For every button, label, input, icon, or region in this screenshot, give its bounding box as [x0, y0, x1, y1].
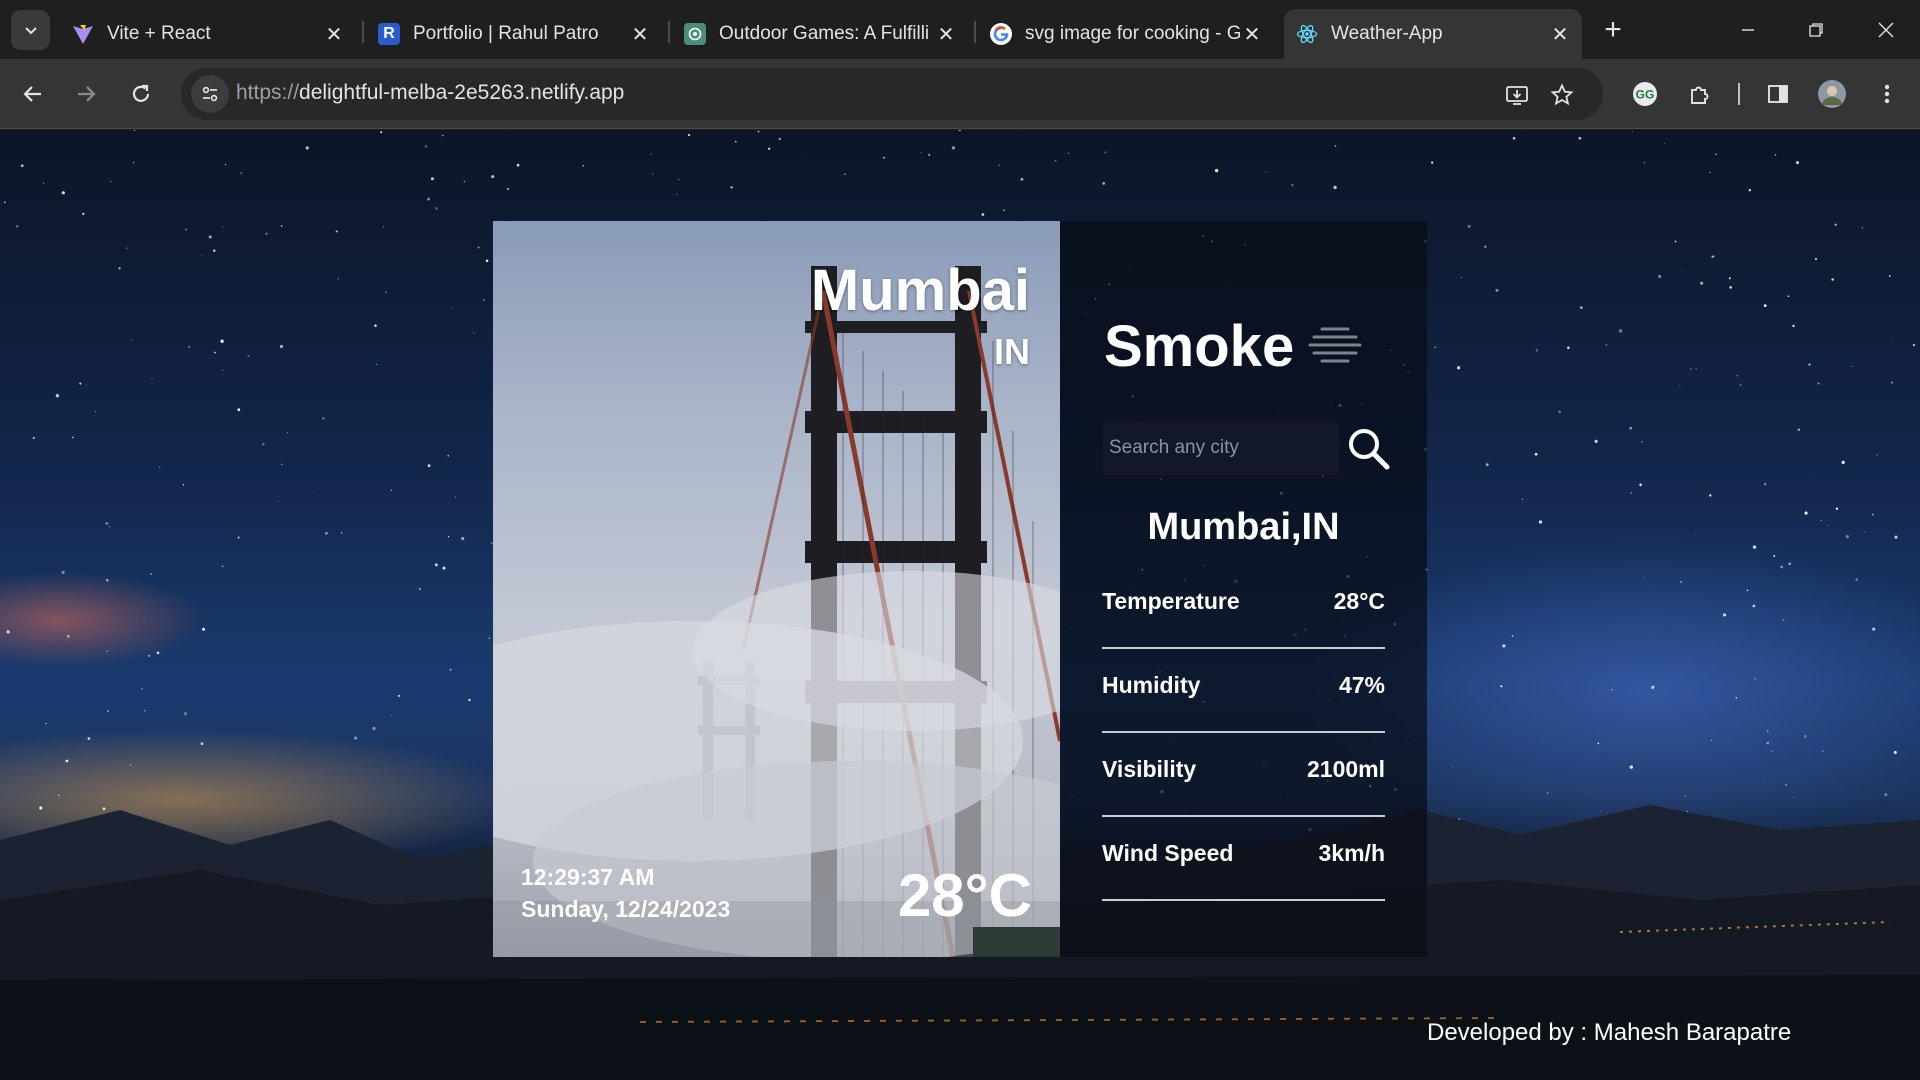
search-icon [1349, 429, 1390, 470]
stat-label: Wind Speed [1102, 840, 1234, 866]
stat-row-temperature: Temperature 28°C [1102, 565, 1385, 649]
tab-divider [668, 21, 670, 43]
current-date: Sunday, 12/24/2023 [521, 896, 731, 922]
tab-vite-react[interactable]: Vite + React ✕ [60, 9, 356, 59]
bookmark-star-icon[interactable] [1548, 81, 1576, 109]
vite-icon [72, 23, 94, 45]
tab-title: Portfolio | Rahul Patro [413, 23, 599, 44]
close-icon[interactable]: ✕ [1548, 22, 1572, 46]
tab-svg-cooking[interactable]: svg image for cooking - G ✕ [978, 9, 1274, 59]
chatgpt-icon [684, 23, 706, 45]
tab-outdoor-games[interactable]: Outdoor Games: A Fulfilli ✕ [672, 9, 968, 59]
close-icon[interactable]: ✕ [322, 22, 346, 46]
reload-icon [132, 84, 150, 102]
stat-value: 2100ml [1306, 756, 1385, 782]
temperature-display: 28°C [897, 862, 1032, 929]
stat-value: 47% [1338, 672, 1385, 698]
side-panel-icon[interactable] [1759, 75, 1797, 113]
react-icon [1296, 23, 1318, 45]
install-app-icon[interactable] [1503, 81, 1531, 109]
restore-window-button[interactable] [1796, 12, 1836, 48]
reload-button[interactable] [122, 75, 160, 113]
city-name-heading: Mumbai [810, 258, 1030, 323]
tab-weather-app[interactable]: Weather-App ✕ [1284, 9, 1582, 59]
close-window-button[interactable] [1866, 12, 1906, 48]
stat-label: Humidity [1102, 672, 1201, 698]
smoke-haze-icon [1308, 327, 1362, 363]
tab-portfolio[interactable]: R Portfolio | Rahul Patro ✕ [366, 9, 662, 59]
chevron-down-icon [24, 27, 37, 35]
city-search-input[interactable] [1103, 421, 1339, 475]
close-icon [1878, 22, 1894, 38]
restore-icon [1809, 23, 1823, 37]
minimize-window-button[interactable] [1728, 12, 1768, 48]
stat-value: 28°C [1333, 588, 1385, 614]
extensions-puzzle-icon[interactable] [1681, 75, 1719, 113]
current-time: 12:29:37 AM [521, 864, 655, 890]
address-bar[interactable]: https://delightful-melba-2e5263.netlify.… [181, 68, 1603, 120]
tab-strip: Vite + React ✕ R Portfolio | Rahul Patro… [0, 0, 1920, 59]
tab-divider [362, 21, 364, 43]
browser-menu-icon[interactable] [1868, 75, 1906, 113]
tab-title: Weather-App [1331, 23, 1443, 44]
stat-row-humidity: Humidity 47% [1102, 649, 1385, 733]
site-settings-icon[interactable] [191, 75, 229, 113]
city-photo-card: Mumbai IN 12:29:37 AM Sunday, 12/24/2023… [493, 221, 1060, 957]
letter-r-icon: R [378, 23, 400, 45]
tab-title: Vite + React [107, 23, 211, 44]
weather-info-panel: Smoke Mumbai,IN Temperature 28°C Humidit… [1060, 221, 1427, 957]
tab-title: svg image for cooking - G [1025, 23, 1240, 44]
close-icon[interactable]: ✕ [628, 22, 652, 46]
stat-label: Temperature [1102, 588, 1240, 614]
forward-button[interactable] [67, 75, 105, 113]
toolbar-divider [1738, 83, 1740, 105]
back-button[interactable] [14, 75, 52, 113]
close-icon[interactable]: ✕ [1240, 22, 1264, 46]
tab-search-button[interactable] [11, 10, 50, 50]
arrow-right-icon [78, 86, 96, 102]
url-text[interactable]: https://delightful-melba-2e5263.netlify.… [236, 81, 624, 105]
stat-row-visibility: Visibility 2100ml [1102, 733, 1385, 817]
minimize-icon [1742, 29, 1754, 31]
developer-credit: Developed by : Mahesh Barapatre [1427, 1019, 1792, 1046]
stat-row-wind-speed: Wind Speed 3km/h [1102, 817, 1385, 901]
svg-text:GG: GG [1636, 88, 1655, 102]
google-icon [990, 23, 1012, 45]
extension-grammar-icon[interactable]: GG [1626, 75, 1664, 113]
weather-app-page: Mumbai IN 12:29:37 AM Sunday, 12/24/2023… [0, 130, 1920, 1080]
stat-label: Visibility [1102, 756, 1197, 782]
bridge-fog-image [493, 266, 1060, 957]
tab-title: Outdoor Games: A Fulfilli [719, 23, 930, 44]
country-code: IN [994, 331, 1030, 372]
stat-value: 3km/h [1318, 840, 1385, 866]
profile-avatar[interactable] [1813, 75, 1851, 113]
weather-condition: Smoke [1104, 314, 1295, 379]
location-label: Mumbai,IN [1147, 506, 1340, 548]
arrow-left-icon [23, 86, 41, 102]
tab-divider [974, 21, 976, 43]
search-button[interactable] [1343, 423, 1393, 473]
browser-toolbar: https://delightful-melba-2e5263.netlify.… [0, 59, 1920, 129]
close-icon[interactable]: ✕ [934, 22, 958, 46]
new-tab-button[interactable]: + [1597, 13, 1629, 46]
